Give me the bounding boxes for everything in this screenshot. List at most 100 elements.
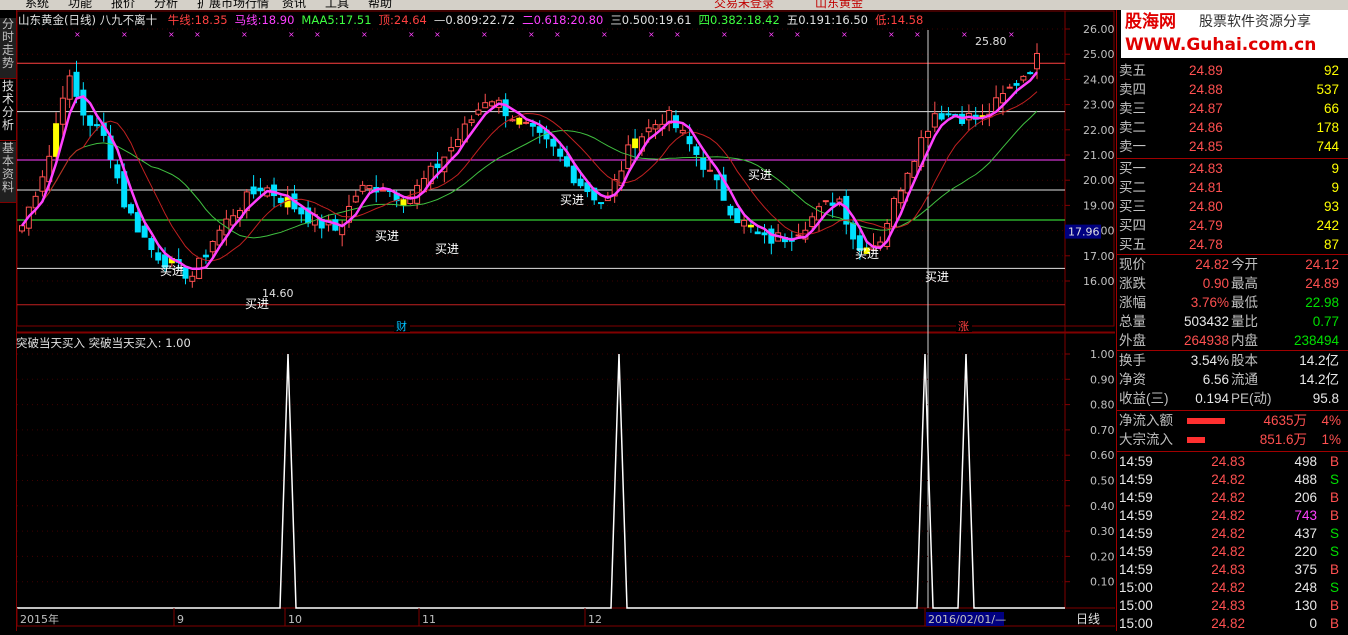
- tick-price: 24.82: [1211, 508, 1245, 523]
- legend-label: 三0.500:: [610, 13, 659, 27]
- banner-url: WWW.Guhai.com.cn: [1125, 35, 1316, 55]
- signal-marker: ×: [288, 30, 295, 39]
- price-axis-tick: 24.00: [1083, 73, 1115, 86]
- menu-item[interactable]: 资讯: [282, 0, 306, 10]
- flow-pct: 1%: [1321, 432, 1341, 447]
- legend-label: 四0.382:: [698, 13, 747, 27]
- buy-signal-label: 买进: [855, 247, 879, 261]
- buy-signal-label: 买进: [435, 242, 459, 256]
- menu-item[interactable]: 帮助: [368, 0, 392, 10]
- menu-item[interactable]: 功能: [68, 0, 92, 10]
- stat-value: 503432: [1183, 314, 1229, 329]
- stat-label: 内盘: [1231, 333, 1258, 348]
- fund-value: 3.54%: [1190, 353, 1229, 368]
- signal-marker: ×: [888, 30, 895, 39]
- login-status[interactable]: 交易未登录: [714, 0, 774, 10]
- bid-volume: 93: [1323, 199, 1339, 214]
- menu-item[interactable]: 报价: [111, 0, 135, 10]
- bid-row: 买二 24.81 9: [1117, 179, 1348, 197]
- candle: [999, 85, 1006, 116]
- signal-marker: ×: [648, 30, 655, 39]
- candle: [114, 160, 121, 184]
- bid-row: 买三 24.80 93: [1117, 198, 1348, 216]
- buy-signal-label: 买进: [375, 229, 399, 243]
- signal-marker: ×: [528, 30, 535, 39]
- candle: [243, 188, 250, 219]
- menu-item[interactable]: 系统: [25, 0, 49, 10]
- bid-row: 买四 24.79 242: [1117, 217, 1348, 235]
- date-axis-label: 9: [177, 613, 184, 626]
- tick-time: 14:59: [1119, 472, 1153, 487]
- price-axis-tick: 22.00: [1083, 124, 1115, 137]
- ask-volume: 66: [1323, 101, 1339, 116]
- legend-value: 24.64: [393, 13, 427, 27]
- legend-value: 18.42: [746, 13, 780, 27]
- info-mark[interactable]: 财: [396, 319, 407, 333]
- bid-price: 24.79: [1189, 218, 1223, 233]
- bid-price: 24.78: [1189, 237, 1223, 252]
- candle: [1027, 70, 1034, 75]
- stat-label: 外盘: [1119, 333, 1146, 348]
- candle: [781, 233, 788, 248]
- fundamental-row: 净资 6.56 流通 14.2亿: [1117, 371, 1348, 389]
- candle: [938, 105, 945, 121]
- signal-marker: ×: [961, 30, 968, 39]
- candle: [39, 170, 46, 197]
- menu-item[interactable]: 扩展市场行情: [197, 0, 269, 10]
- stat-row: 涨跌 0.90 最高 24.89: [1117, 275, 1348, 293]
- buy-signal-label: 买进: [925, 270, 949, 284]
- legend-value: 18.90: [261, 13, 295, 27]
- tick-side: B: [1329, 454, 1339, 469]
- bid-label: 买五: [1119, 237, 1146, 252]
- flow-pct: 4%: [1321, 413, 1341, 428]
- ask-label: 卖四: [1119, 82, 1146, 97]
- flow-bar: [1187, 418, 1225, 424]
- legend-label: 牛线:: [167, 13, 195, 27]
- ask-row: 卖二 24.86 178: [1117, 119, 1348, 137]
- tick-side: S: [1329, 472, 1339, 487]
- candle: [127, 202, 134, 216]
- chart-area[interactable]: 26.00 25.00 24.00 23.00 22.00 21.00 20.00 19.00…: [0, 10, 1115, 631]
- legend-value: 20.80: [570, 13, 604, 27]
- tick-time: 15:00: [1119, 580, 1153, 595]
- signal-marker: ×: [841, 30, 848, 39]
- ask-price: 24.89: [1189, 63, 1223, 78]
- tick-price: 24.82: [1211, 472, 1245, 487]
- tick-side: B: [1329, 508, 1339, 523]
- price-axis-tick: 26.00: [1083, 23, 1115, 36]
- fundamental-row: 换手 3.54% 股本 14.2亿: [1117, 352, 1348, 370]
- candles: [19, 43, 1040, 288]
- candle: [959, 106, 966, 126]
- kline-chart[interactable]: 26.00 25.00 24.00 23.00 22.00 21.00 20.00 19.00…: [0, 10, 1115, 631]
- signal-marker: ×: [601, 30, 608, 39]
- buy-signal-label: 买进: [748, 168, 772, 182]
- stat-value: 238494: [1293, 333, 1339, 348]
- tick-time: 15:00: [1119, 598, 1153, 613]
- tick-price: 24.83: [1211, 562, 1245, 577]
- signal-marker: ×: [434, 30, 441, 39]
- menu-item[interactable]: 分析: [154, 0, 178, 10]
- signal-marker: ×: [361, 30, 368, 39]
- candle: [775, 223, 782, 242]
- candle: [788, 230, 795, 251]
- signal-marker: ×: [721, 30, 728, 39]
- period-selector[interactable]: 日线: [1076, 612, 1100, 626]
- candle: [359, 181, 366, 195]
- info-mark[interactable]: 涨: [958, 320, 969, 333]
- bid-row: 买五 24.78 87: [1117, 236, 1348, 254]
- ask-row: 卖一 24.85 744: [1117, 138, 1348, 156]
- sub-axis-tick: 0.40: [1090, 500, 1115, 513]
- menu-item[interactable]: 工具: [325, 0, 349, 10]
- tick-time: 14:59: [1119, 526, 1153, 541]
- tick-time: 14:59: [1119, 544, 1153, 559]
- candle: [666, 106, 673, 132]
- price-axis-tick: 20.00: [1083, 174, 1115, 187]
- tick-time: 14:59: [1119, 562, 1153, 577]
- date-axis-label: 11: [422, 613, 436, 626]
- sub-axis-tick: 0.80: [1090, 399, 1115, 412]
- flow-bar: [1187, 437, 1205, 443]
- current-stock-status: 山东黄金: [815, 0, 864, 10]
- candle: [795, 223, 802, 239]
- legend-label: 低:: [875, 13, 891, 27]
- bid-label: 买二: [1119, 180, 1146, 195]
